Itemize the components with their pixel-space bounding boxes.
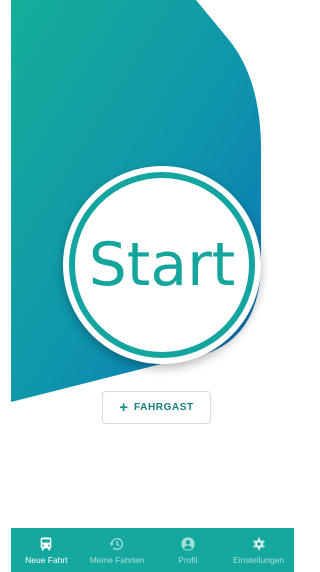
add-passenger-button[interactable]: + FAHRGAST xyxy=(102,391,211,424)
history-icon xyxy=(109,536,125,552)
gear-icon xyxy=(251,536,267,552)
nav-label-einstellungen: Einstellungen xyxy=(233,554,285,565)
bottom-navigation: Neue Fahrt Meine Fahrten Profil Einstell… xyxy=(11,528,294,572)
nav-label-neue-fahrt: Neue Fahrt xyxy=(25,554,68,565)
account-icon xyxy=(180,536,196,552)
start-button[interactable]: Start xyxy=(63,166,261,364)
bus-icon xyxy=(38,536,54,552)
app-screen: Start + FAHRGAST Neue Fahrt Meine Fahrte… xyxy=(11,0,294,572)
nav-item-meine-fahrten[interactable]: Meine Fahrten xyxy=(82,528,153,572)
nav-label-meine-fahrten: Meine Fahrten xyxy=(89,554,145,565)
plus-icon: + xyxy=(119,399,128,416)
start-label: Start xyxy=(88,230,236,300)
add-passenger-label: FAHRGAST xyxy=(133,402,194,413)
nav-item-neue-fahrt[interactable]: Neue Fahrt xyxy=(11,528,82,572)
nav-label-profil: Profil xyxy=(178,554,198,565)
nav-item-profil[interactable]: Profil xyxy=(153,528,224,572)
nav-item-einstellungen[interactable]: Einstellungen xyxy=(223,528,294,572)
